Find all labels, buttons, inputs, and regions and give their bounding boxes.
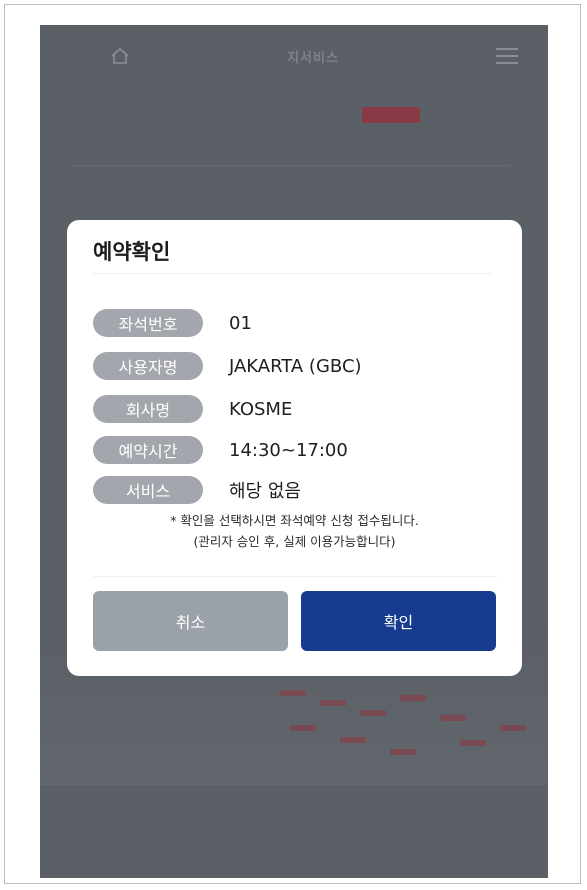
app-header: 지서비스 <box>40 25 548 87</box>
service-value: 해당 없음 <box>229 481 301 502</box>
seat-mark <box>340 737 366 743</box>
seat-mark <box>400 695 426 701</box>
notice-line-2: (관리자 승인 후, 실제 이용가능합니다) <box>193 534 396 549</box>
seat-mark <box>360 710 386 716</box>
dialog-title: 예약확인 <box>93 240 171 264</box>
seat-number-value: 01 <box>229 312 252 334</box>
button-divider <box>93 576 497 577</box>
info-row-company: 회사명 KOSME <box>93 394 292 424</box>
title-divider <box>93 273 493 274</box>
notice-line-1: * 확인을 선택하시면 좌석예약 신청 접수됩니다. <box>170 513 419 528</box>
menu-icon[interactable] <box>496 48 518 64</box>
service-label: 서비스 <box>93 476 203 504</box>
seat-mark <box>500 725 526 731</box>
seat-mark <box>290 725 316 731</box>
reservation-time-label: 예약시간 <box>93 436 203 464</box>
confirm-button[interactable]: 확인 <box>301 591 496 651</box>
seat-number-label: 좌석번호 <box>93 309 203 337</box>
seat-mark <box>320 700 346 706</box>
info-row-service: 서비스 해당 없음 <box>93 475 301 505</box>
app-brand: 지서비스 <box>287 50 339 66</box>
home-icon[interactable] <box>110 47 130 65</box>
info-row-seat: 좌석번호 01 <box>93 308 252 338</box>
status-tag <box>362 107 420 123</box>
reservation-time-value: 14:30~17:00 <box>229 439 348 461</box>
reservation-confirm-dialog: 예약확인 좌석번호 01 사용자명 JAKARTA (GBC) 회사명 KOSM… <box>67 220 522 676</box>
seat-mark <box>280 690 306 696</box>
info-row-time: 예약시간 14:30~17:00 <box>93 435 348 465</box>
bg-divider <box>70 165 510 166</box>
seat-mark <box>390 749 416 755</box>
company-name-label: 회사명 <box>93 395 203 423</box>
cancel-button[interactable]: 취소 <box>93 591 288 651</box>
user-name-label: 사용자명 <box>93 352 203 380</box>
user-name-value: JAKARTA (GBC) <box>229 355 362 377</box>
seat-mark <box>440 715 466 721</box>
info-row-user: 사용자명 JAKARTA (GBC) <box>93 351 362 381</box>
company-name-value: KOSME <box>229 398 293 420</box>
seat-mark <box>460 740 486 746</box>
